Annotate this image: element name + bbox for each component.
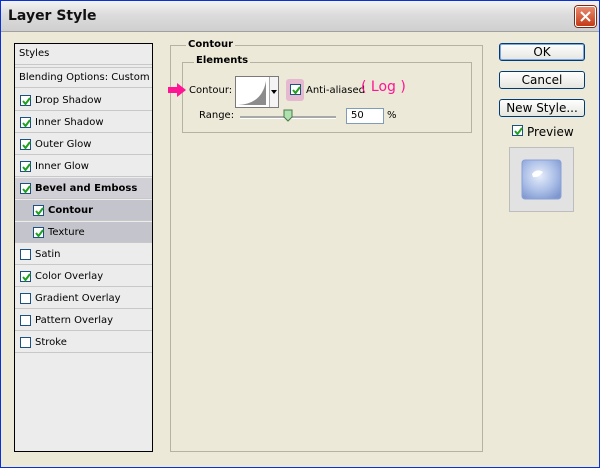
style-item-satin[interactable]: Satin (15, 244, 152, 265)
style-item-label: Pattern Overlay (35, 315, 114, 326)
range-input[interactable]: 50 (346, 108, 384, 124)
range-unit: % (387, 110, 397, 121)
elements-group-title: Elements (194, 55, 251, 66)
window-title: Layer Style (8, 8, 97, 24)
style-item-label: Color Overlay (35, 271, 104, 282)
style-item-checkbox[interactable] (33, 205, 44, 216)
blending-options-item[interactable]: Blending Options: Custom (15, 67, 152, 88)
close-button[interactable] (575, 6, 596, 27)
style-item-label: Stroke (35, 337, 67, 348)
style-item-label: Satin (35, 249, 61, 260)
chevron-down-icon (271, 90, 277, 94)
pointer-arrow-icon (168, 83, 186, 97)
style-item-label: Gradient Overlay (35, 293, 121, 304)
anti-aliased-checkbox[interactable] (290, 84, 301, 95)
style-item-label: Contour (48, 205, 94, 216)
contour-picker[interactable] (235, 76, 279, 108)
style-item-contour[interactable]: Contour (15, 200, 152, 221)
style-item-checkbox[interactable] (20, 183, 31, 194)
range-slider-thumb[interactable] (283, 109, 293, 122)
preview-checkbox[interactable] (512, 125, 523, 136)
style-item-drop-shadow[interactable]: Drop Shadow (15, 90, 152, 111)
check-icon (22, 119, 31, 128)
ok-button[interactable]: OK (499, 43, 585, 61)
contour-label: Contour: (189, 85, 233, 96)
style-item-label: Drop Shadow (35, 95, 102, 106)
style-item-checkbox[interactable] (20, 95, 31, 106)
check-icon (35, 207, 44, 216)
style-item-checkbox[interactable] (20, 271, 31, 282)
style-item-pattern-overlay[interactable]: Pattern Overlay (15, 310, 152, 331)
check-icon (22, 273, 31, 282)
check-icon (22, 185, 31, 194)
contour-dropdown-button[interactable] (269, 77, 278, 107)
style-item-stroke[interactable]: Stroke (15, 332, 152, 353)
style-item-inner-shadow[interactable]: Inner Shadow (15, 112, 152, 133)
log-curve-icon (238, 81, 266, 105)
style-preview (509, 147, 574, 212)
check-icon (22, 141, 31, 150)
style-item-checkbox[interactable] (33, 227, 44, 238)
styles-header-label: Styles (19, 48, 50, 59)
anti-aliased-label: Anti-aliased (306, 85, 366, 96)
new-style-button[interactable]: New Style... (499, 99, 585, 117)
style-item-label: Texture (48, 227, 85, 238)
preview-swatch-image (521, 159, 562, 200)
check-icon (22, 163, 31, 172)
styles-list: Styles Blending Options: Custom Drop Sha… (14, 43, 153, 452)
title-bar[interactable]: Layer Style (1, 1, 599, 32)
style-item-gradient-overlay[interactable]: Gradient Overlay (15, 288, 152, 309)
style-item-label: Outer Glow (35, 139, 92, 150)
style-item-checkbox[interactable] (20, 117, 31, 128)
style-item-checkbox[interactable] (20, 315, 31, 326)
range-label: Range: (199, 110, 235, 121)
close-icon (580, 11, 591, 22)
style-item-label: Inner Shadow (35, 117, 104, 128)
preview-label: Preview (527, 125, 574, 139)
style-item-texture[interactable]: Texture (15, 222, 152, 243)
style-item-label: Bevel and Emboss (35, 183, 138, 194)
style-item-bevel-and-emboss[interactable]: Bevel and Emboss (15, 178, 152, 199)
contour-group-title: Contour (186, 39, 236, 50)
style-item-color-overlay[interactable]: Color Overlay (15, 266, 152, 287)
check-icon (35, 229, 44, 238)
style-item-outer-glow[interactable]: Outer Glow (15, 134, 152, 155)
cancel-button[interactable]: Cancel (499, 71, 585, 89)
blending-options-label: Blending Options: Custom (19, 72, 150, 83)
style-item-label: Inner Glow (35, 161, 89, 172)
style-item-checkbox[interactable] (20, 139, 31, 150)
log-annotation: ( Log ) (361, 79, 406, 95)
style-item-checkbox[interactable] (20, 161, 31, 172)
style-item-checkbox[interactable] (20, 249, 31, 260)
elements-group (182, 62, 472, 133)
styles-header[interactable]: Styles (15, 44, 152, 65)
check-icon (514, 127, 523, 136)
check-icon (292, 86, 301, 95)
check-icon (22, 97, 31, 106)
style-item-checkbox[interactable] (20, 337, 31, 348)
style-item-checkbox[interactable] (20, 293, 31, 304)
style-item-inner-glow[interactable]: Inner Glow (15, 156, 152, 177)
